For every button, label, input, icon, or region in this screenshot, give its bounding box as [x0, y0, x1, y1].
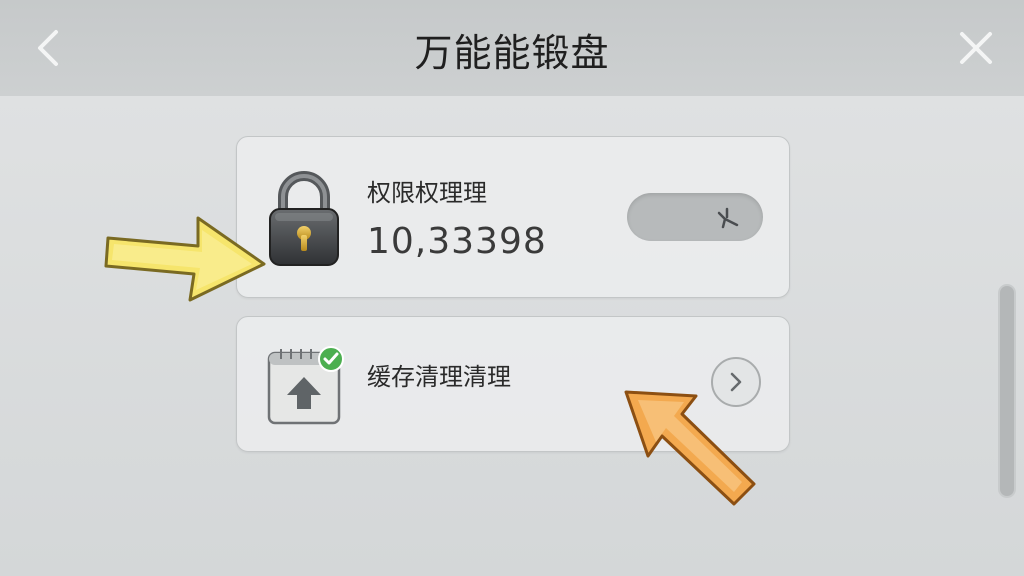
close-button[interactable]	[954, 26, 998, 70]
toggle-mark-icon	[717, 207, 739, 229]
cache-clean-label: 缓存清理清理	[367, 363, 511, 391]
permission-toggle[interactable]	[627, 193, 763, 241]
clipboard-upload-icon	[267, 346, 344, 425]
permission-value: 10,33398	[367, 221, 547, 262]
lock-icon	[269, 171, 339, 266]
top-bar: 万能能锻盘	[0, 0, 1024, 96]
permission-label: 权限权理理	[367, 179, 487, 207]
permission-card: 权限权理理 10,33398	[236, 136, 790, 298]
page-title: 万能能锻盘	[414, 31, 610, 75]
scrollbar-thumb[interactable]	[1000, 286, 1014, 496]
close-icon	[960, 32, 992, 64]
scrollbar[interactable]	[998, 284, 1016, 498]
highlight-arrow-icon	[104, 216, 266, 302]
highlight-arrow-icon	[624, 390, 756, 506]
